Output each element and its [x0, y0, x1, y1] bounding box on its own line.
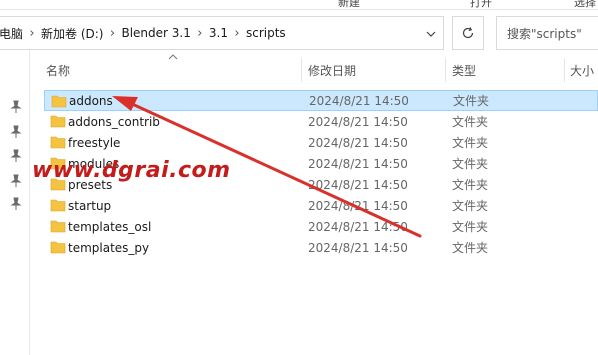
- annotation-arrow-icon: [112, 96, 422, 238]
